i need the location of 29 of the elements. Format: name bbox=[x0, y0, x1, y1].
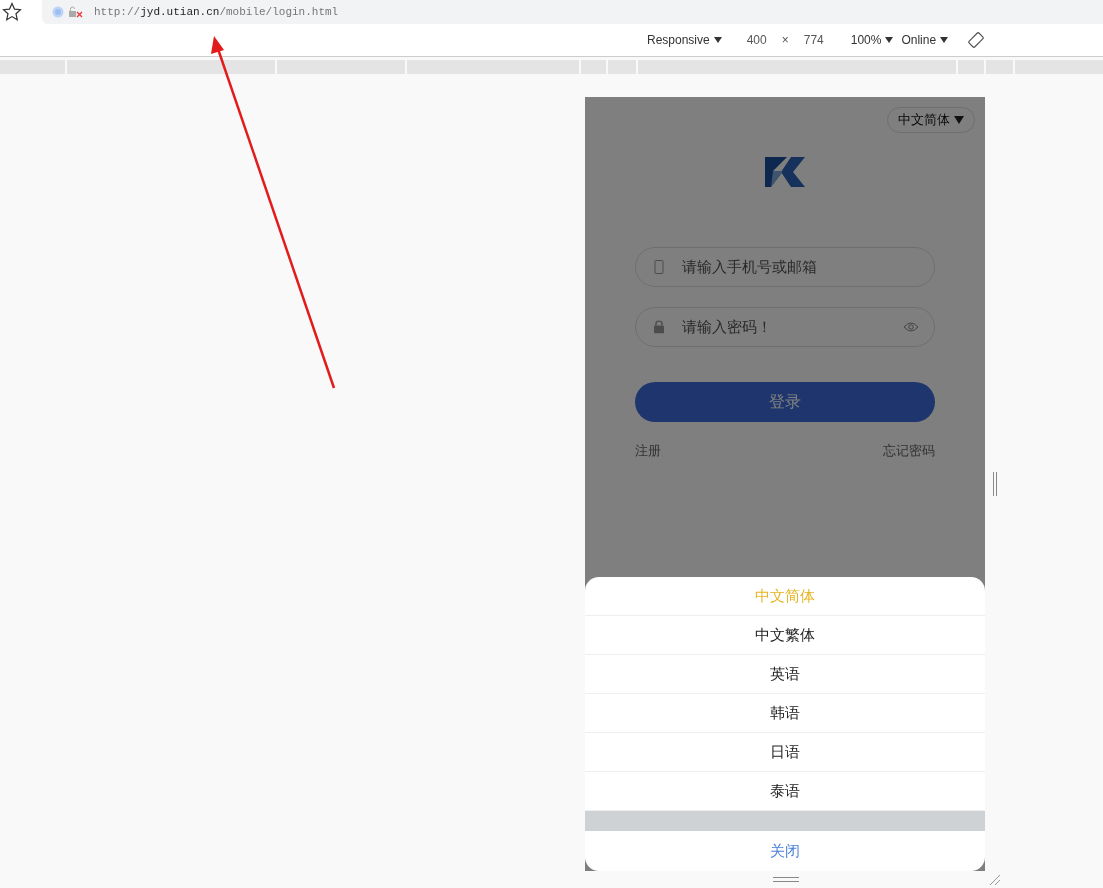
rotate-icon[interactable] bbox=[968, 32, 985, 48]
device-dropdown[interactable]: Responsive bbox=[647, 33, 722, 47]
caret-icon bbox=[713, 37, 722, 43]
lock-icon bbox=[654, 320, 664, 334]
insecure-lock-icon bbox=[67, 6, 84, 18]
address-bar[interactable]: http://jyd.utian.cn/mobile/login.html bbox=[41, 0, 1103, 24]
phone-field[interactable]: 请输入手机号或邮箱 bbox=[635, 247, 935, 287]
language-option[interactable]: 日语 bbox=[585, 733, 985, 772]
logo bbox=[765, 157, 805, 187]
resize-handle[interactable] bbox=[993, 472, 997, 496]
caret-icon bbox=[954, 116, 964, 124]
language-option[interactable]: 英语 bbox=[585, 655, 985, 694]
globe-icon bbox=[51, 6, 64, 18]
phone-icon bbox=[654, 260, 664, 274]
star-icon[interactable] bbox=[2, 2, 22, 22]
language-button[interactable]: 中文简体 bbox=[887, 107, 975, 133]
times-sign: × bbox=[781, 33, 789, 47]
close-button[interactable]: 关闭 bbox=[585, 831, 985, 871]
language-option[interactable]: 韩语 bbox=[585, 694, 985, 733]
eye-icon[interactable] bbox=[903, 322, 919, 332]
url-text: http://jyd.utian.cn/mobile/login.html bbox=[93, 6, 339, 18]
password-field[interactable]: 请输入密码！ bbox=[635, 307, 935, 347]
language-option[interactable]: 中文繁体 bbox=[585, 616, 985, 655]
network-dropdown[interactable]: Online bbox=[901, 33, 949, 47]
caret-icon bbox=[885, 37, 894, 43]
corner-resize-icon[interactable] bbox=[989, 874, 1001, 886]
zoom-dropdown[interactable]: 100% bbox=[850, 33, 894, 47]
caret-icon bbox=[940, 37, 949, 43]
resize-handle[interactable] bbox=[773, 877, 799, 882]
